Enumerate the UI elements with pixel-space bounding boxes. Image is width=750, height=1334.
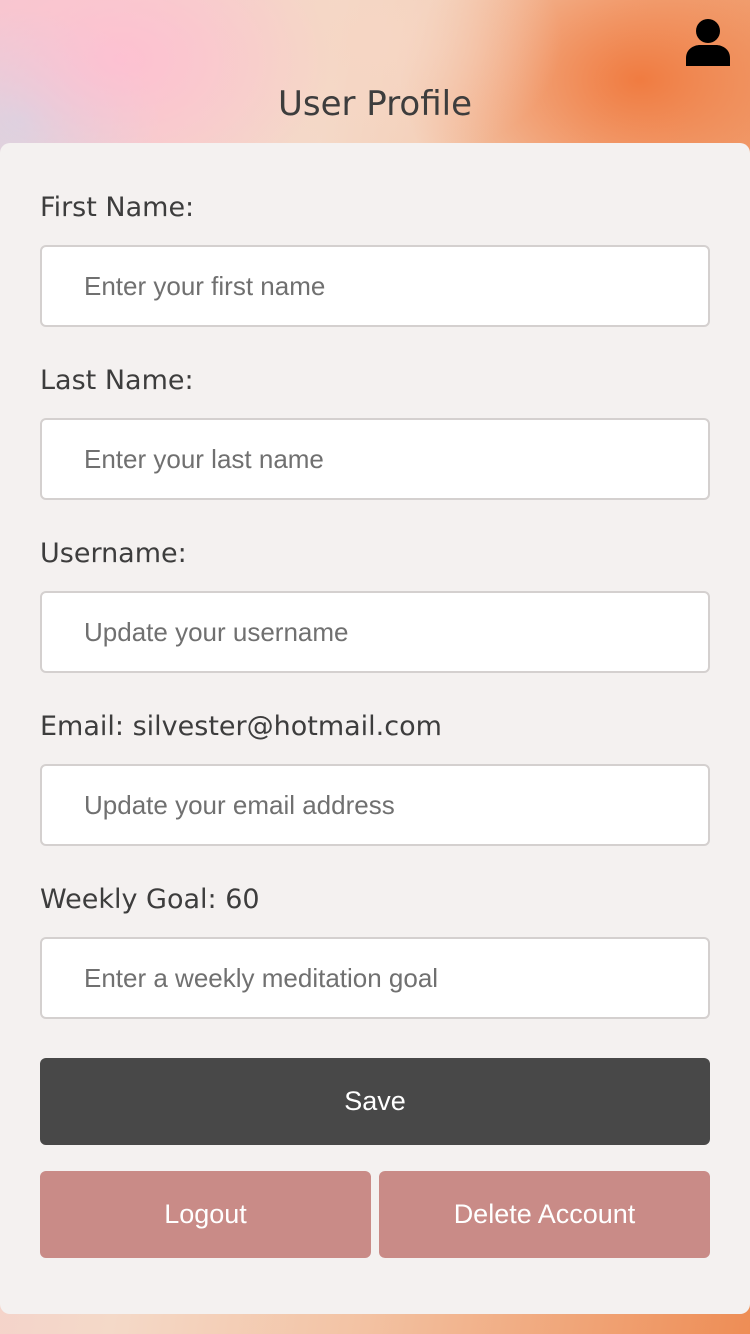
- last-name-field-group: Last Name:: [40, 361, 710, 500]
- save-button[interactable]: Save: [40, 1058, 710, 1145]
- profile-form-card: First Name: Last Name: Username: Email: …: [0, 143, 750, 1314]
- header-banner: User Profile: [0, 0, 750, 143]
- weekly-goal-input[interactable]: [40, 937, 710, 1019]
- username-input[interactable]: [40, 591, 710, 673]
- first-name-label: First Name:: [40, 192, 195, 223]
- email-field-group: Email: silvester@hotmail.com: [40, 707, 710, 846]
- page-title: User Profile: [277, 84, 473, 124]
- username-label: Username:: [40, 538, 187, 569]
- delete-account-button[interactable]: Delete Account: [379, 1171, 710, 1258]
- weekly-goal-field-group: Weekly Goal: 60: [40, 880, 710, 1019]
- logout-button[interactable]: Logout: [40, 1171, 371, 1258]
- email-label: Email: silvester@hotmail.com: [40, 711, 442, 742]
- user-icon[interactable]: [686, 18, 730, 66]
- last-name-label: Last Name:: [40, 365, 194, 396]
- username-field-group: Username:: [40, 534, 710, 673]
- first-name-field-group: First Name:: [40, 188, 710, 327]
- email-input[interactable]: [40, 764, 710, 846]
- last-name-input[interactable]: [40, 418, 710, 500]
- first-name-input[interactable]: [40, 245, 710, 327]
- weekly-goal-label: Weekly Goal: 60: [40, 884, 260, 915]
